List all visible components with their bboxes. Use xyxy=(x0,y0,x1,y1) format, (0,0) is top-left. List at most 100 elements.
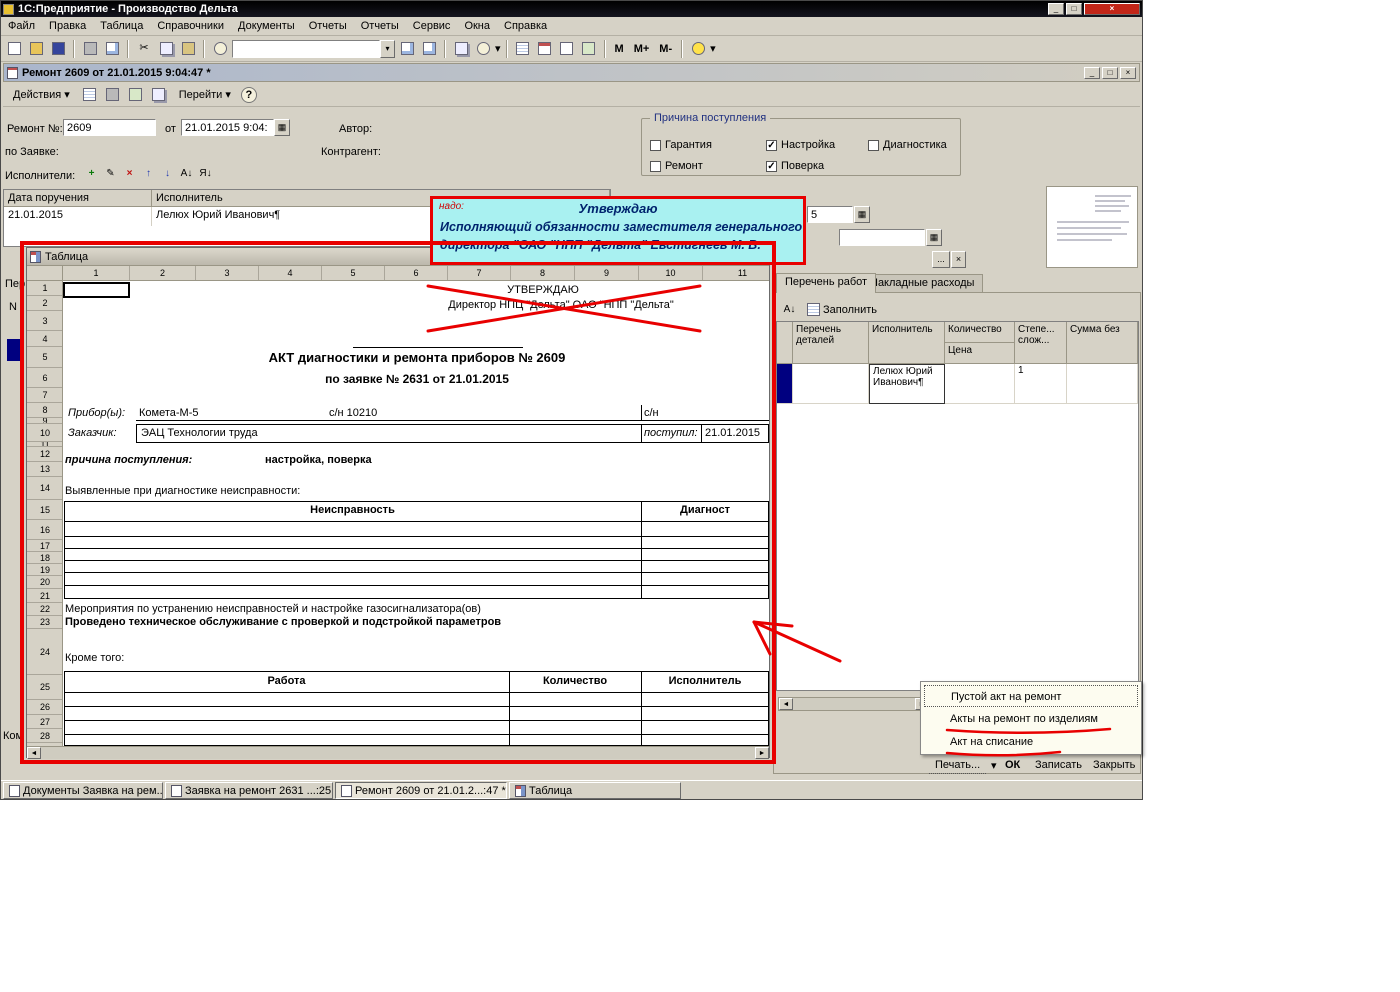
open-icon[interactable] xyxy=(26,39,46,59)
menu-item-table[interactable]: Таблица xyxy=(93,18,150,34)
checkbox-box[interactable]: ✓ xyxy=(766,161,777,172)
calculator-icon[interactable] xyxy=(557,39,577,59)
panel-horizontal-scrollbar[interactable]: ◄ ► xyxy=(778,697,930,711)
memory-m-button[interactable]: М xyxy=(611,41,628,57)
sheet-row-header[interactable]: 25 xyxy=(27,675,63,700)
repair-no-input[interactable] xyxy=(63,119,156,136)
clear-field-button[interactable]: × xyxy=(951,251,966,268)
table-icon[interactable] xyxy=(513,39,533,59)
sheet-row-header[interactable]: 5 xyxy=(27,347,63,368)
memory-m-minus-button[interactable]: М- xyxy=(655,41,676,57)
edit-icon[interactable]: ✎ xyxy=(102,165,119,181)
grid-col-price[interactable]: Цена xyxy=(945,343,1015,364)
sheet-col-header[interactable]: 9 xyxy=(575,266,639,281)
calendar-icon[interactable] xyxy=(535,39,555,59)
sheet-row-header[interactable]: 1 xyxy=(27,281,63,296)
sheet-row-header[interactable]: 27 xyxy=(27,715,63,729)
checkbox-diagnostics[interactable]: Диагностика xyxy=(868,139,947,151)
sheet-row-header[interactable]: 10 xyxy=(27,424,63,442)
menu-item-help[interactable]: Справка xyxy=(497,18,554,34)
grid-col-degree[interactable]: Степе... слож... xyxy=(1015,322,1067,364)
executors-row-date[interactable]: 21.01.2015 xyxy=(4,207,152,226)
new-document-icon[interactable] xyxy=(4,39,24,59)
menu-item-reports1[interactable]: Отчеты xyxy=(302,18,354,34)
minimize-button[interactable]: _ xyxy=(1048,3,1064,15)
toolbar-overflow-icon[interactable]: ▾ xyxy=(710,42,716,55)
grid-col-sum[interactable]: Сумма без xyxy=(1067,322,1138,364)
checkbox-setup[interactable]: ✓ Настройка xyxy=(766,139,835,151)
info-dropdown-icon[interactable]: ▾ xyxy=(495,42,501,55)
sheet-body[interactable]: УТВЕРЖДАЮ Директор НПЦ "Дельта" ОАО "НПП… xyxy=(63,281,769,746)
sheet-col-header[interactable]: 5 xyxy=(322,266,385,281)
checkbox-box[interactable] xyxy=(650,140,661,151)
sort-asc-icon[interactable]: А↓ xyxy=(178,165,195,181)
move-down-icon[interactable]: ↓ xyxy=(159,165,176,181)
task-request[interactable]: Заявка на ремонт 2631 ...:25 xyxy=(165,782,333,799)
tab-overheads[interactable]: Накладные расходы xyxy=(861,274,983,293)
sheet-row-header[interactable]: 16 xyxy=(27,520,63,540)
ok-button[interactable]: ОК xyxy=(999,757,1026,773)
sheet-row-header[interactable]: 17 xyxy=(27,540,63,552)
grid-cell-degree[interactable]: 1 xyxy=(1015,364,1067,404)
checkbox-repair[interactable]: Ремонт xyxy=(650,160,703,172)
goto-button[interactable]: Перейти▾ xyxy=(172,85,238,104)
grid-cell-sum[interactable] xyxy=(1067,364,1138,404)
menu-item-windows[interactable]: Окна xyxy=(457,18,497,34)
sheet-row-header[interactable]: 23 xyxy=(27,616,63,629)
sheet-row-header[interactable]: 7 xyxy=(27,388,63,403)
sheet-col-header[interactable]: 1 xyxy=(63,266,130,281)
sheet-row-header[interactable]: 8 xyxy=(27,403,63,418)
lamp-icon[interactable] xyxy=(688,39,708,59)
sort-desc-icon[interactable]: Я↓ xyxy=(197,165,214,181)
menu-item-acts-by-products[interactable]: Акты на ремонт по изделиям xyxy=(924,708,1138,730)
sheet-corner-cell[interactable] xyxy=(27,266,63,281)
memory-m-plus-button[interactable]: М+ xyxy=(630,41,654,57)
delete-icon[interactable]: × xyxy=(121,165,138,181)
sheet-col-header[interactable]: 7 xyxy=(448,266,511,281)
sheet-row-header[interactable]: 24 xyxy=(27,629,63,675)
scroll-left-icon[interactable]: ◄ xyxy=(779,698,793,710)
save-icon[interactable] xyxy=(48,39,68,59)
doc-close-button[interactable]: × xyxy=(1120,67,1136,79)
task-spreadsheet[interactable]: Таблица xyxy=(509,782,681,799)
menu-item-documents[interactable]: Документы xyxy=(231,18,302,34)
grid-col-details[interactable]: Перечень деталей xyxy=(793,322,869,364)
checkbox-warranty[interactable]: Гарантия xyxy=(650,139,712,151)
sheet-row-header[interactable]: 20 xyxy=(27,576,63,589)
ellipsis-button[interactable]: ... xyxy=(932,251,950,268)
menu-item-service[interactable]: Сервис xyxy=(406,18,458,34)
doc-restore-button[interactable]: □ xyxy=(1102,67,1118,79)
sheet-row-header[interactable]: 26 xyxy=(27,700,63,715)
actions-button[interactable]: Действия▾ xyxy=(6,85,77,104)
checkbox-box[interactable]: ✓ xyxy=(766,140,777,151)
toolbar-search-input[interactable] xyxy=(232,40,380,58)
doc-minimize-button[interactable]: _ xyxy=(1084,67,1100,79)
date-field-calendar-icon[interactable]: ▦ xyxy=(926,229,942,246)
grid-col-quantity[interactable]: Количество xyxy=(945,322,1015,343)
show-table-icon[interactable] xyxy=(80,85,100,105)
sheet-row-header[interactable]: 4 xyxy=(27,331,63,347)
grid-cell-executor[interactable]: Лелюх Юрий Иванович¶ xyxy=(869,364,945,404)
sheet-horizontal-scrollbar[interactable]: ◄ ► xyxy=(27,746,769,759)
print-preview-icon[interactable] xyxy=(102,39,122,59)
users-icon[interactable] xyxy=(579,39,599,59)
checkbox-box[interactable] xyxy=(868,140,879,151)
task-repair[interactable]: Ремонт 2609 от 21.01.2...:47 * xyxy=(335,782,507,799)
menu-item-empty-act[interactable]: Пустой акт на ремонт xyxy=(924,685,1138,707)
sheet-row-header[interactable]: 2 xyxy=(27,296,63,311)
sheet-row-header[interactable]: 19 xyxy=(27,564,63,576)
zoom-out-icon[interactable] xyxy=(419,39,439,59)
grid-row-indicator[interactable] xyxy=(777,364,793,404)
sheet-row-header[interactable]: 18 xyxy=(27,552,63,564)
task-documents[interactable]: Документы Заявка на рем... xyxy=(3,782,163,799)
sheet-col-header[interactable]: 2 xyxy=(130,266,196,281)
sheet-col-header[interactable]: 8 xyxy=(511,266,575,281)
sheet-row-header[interactable]: 6 xyxy=(27,368,63,388)
save-button[interactable]: Записать xyxy=(1029,757,1088,773)
menu-item-catalogs[interactable]: Справочники xyxy=(150,18,231,34)
sheet-col-header[interactable]: 3 xyxy=(196,266,259,281)
sheet-cursor-cell[interactable] xyxy=(63,282,130,298)
close-doc-button[interactable]: Закрыть xyxy=(1087,757,1141,773)
sheet-row-header[interactable]: 28 xyxy=(27,729,63,743)
sort-icon[interactable]: А↓ xyxy=(781,302,798,318)
